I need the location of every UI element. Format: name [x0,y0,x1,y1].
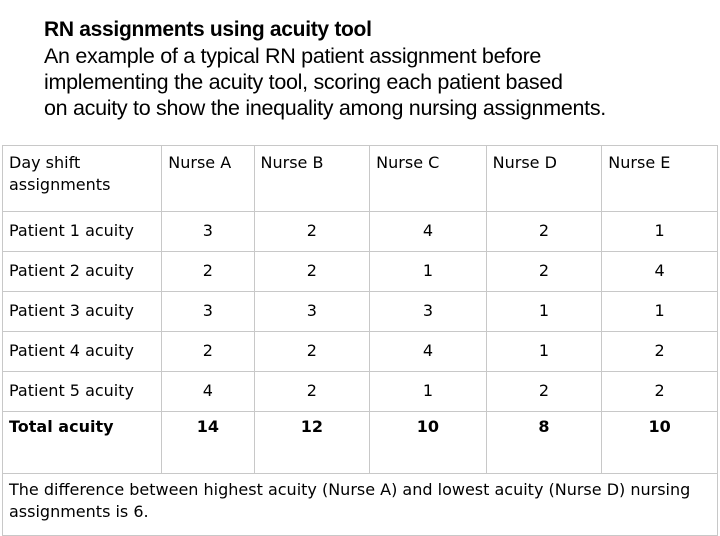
cell: 2 [253,331,371,372]
title-block: RN assignments using acuity tool An exam… [44,16,714,121]
cell: 1 [485,291,603,332]
table-row: Patient 2 acuity 2 2 1 2 4 [1,251,718,292]
header-nurse-c: Nurse C [369,145,487,212]
cell: 2 [485,371,603,412]
cell: 1 [601,211,718,252]
cell: 3 [369,291,487,332]
table-row: Patient 3 acuity 3 3 3 1 1 [1,291,718,332]
header-nurse-d: Nurse D [485,145,603,212]
cell: 1 [601,291,718,332]
cell: 3 [161,211,255,252]
note-text: The difference between highest acuity (N… [2,473,718,536]
table-row: Patient 4 acuity 2 2 4 1 2 [1,331,718,372]
cell: 2 [485,211,603,252]
header-corner: Day shift assignments [1,145,163,212]
cell: 4 [601,251,718,292]
cell: 2 [253,371,371,412]
table-row: Patient 1 acuity 3 2 4 2 1 [1,211,718,252]
cell: 1 [485,331,603,372]
cell: 4 [161,371,255,412]
row-label: Patient 3 acuity [1,291,163,332]
total-cell: 8 [485,411,603,474]
row-label: Patient 2 acuity [1,251,163,292]
cell: 3 [253,291,371,332]
total-cell: 10 [601,411,718,474]
table-header-row: Day shift assignments Nurse A Nurse B Nu… [1,145,718,212]
header-nurse-b: Nurse B [253,145,371,212]
row-label: Patient 4 acuity [1,331,163,372]
total-label: Total acuity [1,411,163,474]
subtitle-line-3: on acuity to show the inequality among n… [44,96,606,120]
cell: 2 [253,251,371,292]
cell: 2 [161,331,255,372]
subtitle-line-1: An example of a typical RN patient assig… [44,44,542,68]
cell: 4 [369,211,487,252]
cell: 1 [369,371,487,412]
total-cell: 10 [369,411,487,474]
header-nurse-e: Nurse E [601,145,718,212]
cell: 2 [601,371,718,412]
note-row: The difference between highest acuity (N… [2,473,718,536]
cell: 2 [601,331,718,372]
cell: 2 [161,251,255,292]
table-row: Patient 5 acuity 4 2 1 2 2 [1,371,718,412]
header-nurse-a: Nurse A [161,145,255,212]
cell: 2 [253,211,371,252]
subtitle-line-2: implementing the acuity tool, scoring ea… [44,70,563,94]
page-title: RN assignments using acuity tool [44,18,372,41]
total-cell: 12 [253,411,371,474]
total-cell: 14 [161,411,255,474]
cell: 3 [161,291,255,332]
cell: 4 [369,331,487,372]
acuity-table: Day shift assignments Nurse A Nurse B Nu… [1,145,718,536]
cell: 1 [369,251,487,292]
total-row: Total acuity 14 12 10 8 10 [1,411,718,474]
row-label: Patient 5 acuity [1,371,163,412]
cell: 2 [485,251,603,292]
row-label: Patient 1 acuity [1,211,163,252]
